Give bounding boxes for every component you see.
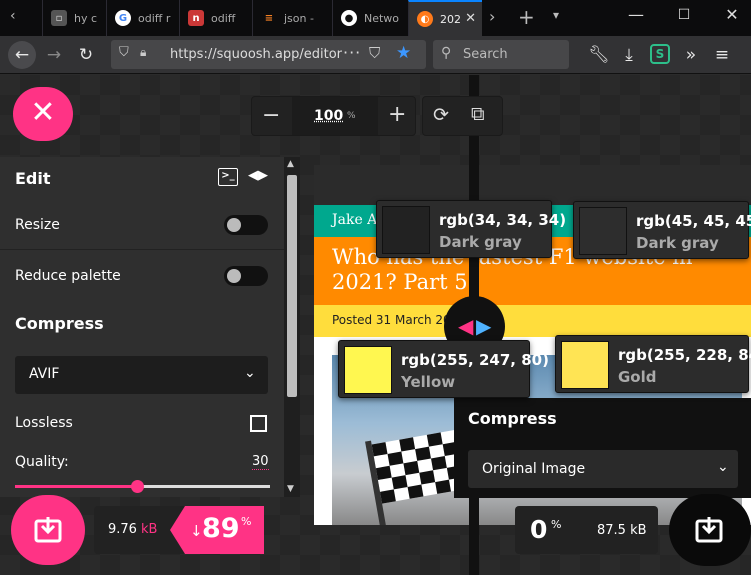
scroll-up-icon[interactable]: ▲: [287, 159, 294, 169]
panel-scrollbar[interactable]: ▲ ▼: [284, 157, 300, 497]
maximize-icon[interactable]: ☐: [672, 7, 696, 23]
overflow-icon[interactable]: »: [679, 44, 703, 66]
lossless-checkbox[interactable]: [250, 415, 267, 432]
tab-list-icon[interactable]: ▾: [553, 8, 559, 22]
tab-4[interactable]: ≡ json -: [252, 0, 332, 36]
resize-row: Resize: [0, 200, 284, 250]
article-author: Jake A: [332, 212, 378, 228]
page-actions-icon[interactable]: ···: [343, 43, 361, 62]
stackoverflow-icon: ≡: [264, 12, 274, 24]
right-percent: 0: [530, 515, 548, 544]
rotate-icon[interactable]: ⟳: [433, 104, 449, 126]
tab-5[interactable]: ● Netwo: [332, 0, 408, 36]
scroll-down-icon[interactable]: ▼: [287, 484, 294, 494]
article-posted: Posted 31 March 202: [332, 313, 459, 327]
color-swatch: [344, 346, 392, 394]
quality-slider-thumb[interactable]: [131, 480, 144, 493]
compressed-size: 9.76: [108, 522, 137, 537]
left-options-panel: Edit >_ ◀▶ Resize Reduce palette Compres…: [0, 157, 300, 497]
close-tab-icon[interactable]: ✕: [465, 11, 476, 26]
search-field[interactable]: ⚲ Search: [433, 40, 569, 69]
reduce-palette-toggle[interactable]: [224, 266, 268, 286]
zoom-in-button[interactable]: +: [388, 102, 406, 127]
google-icon: G: [115, 10, 131, 26]
arrow-left-icon: ◀: [458, 314, 474, 338]
quality-row: Quality: 30: [15, 454, 269, 470]
color-swatch-tooltip: rgb(34, 34, 34) Dark gray: [376, 200, 566, 258]
window-close-icon[interactable]: ✕: [720, 5, 744, 24]
forward-icon[interactable]: →: [42, 44, 66, 66]
terminal-icon[interactable]: >_: [218, 168, 238, 186]
download-icon: [34, 517, 62, 543]
quality-slider[interactable]: [15, 480, 270, 493]
tab-bar: ‹ ▫ hy c Godiff r n odiff ≡ json - ● Netwo ◐…: [0, 0, 751, 36]
page-icon: ▫: [51, 10, 67, 26]
compressed-size-unit: kB: [141, 522, 158, 537]
quality-slider-fill: [15, 485, 137, 488]
github-icon: ●: [341, 10, 357, 26]
minimize-icon[interactable]: —: [624, 5, 648, 24]
chevron-down-icon: ⌄: [244, 365, 256, 381]
extension-s-icon[interactable]: S: [650, 44, 670, 64]
quality-value[interactable]: 30: [252, 454, 269, 470]
download-left-button[interactable]: [11, 495, 85, 565]
savings-badge: ↓ 89 %: [170, 506, 264, 554]
right-options-panel: Compress Original Image ⌄: [454, 398, 751, 498]
url-bar[interactable]: ⛉ 🔒︎ https://squoosh.app/editor ··· ⛉ ★: [111, 40, 426, 69]
zoom-input[interactable]: 100 %: [292, 97, 378, 135]
download-right-button[interactable]: [669, 494, 751, 566]
color-swatch: [579, 207, 627, 255]
chevron-down-icon: ⌄: [717, 459, 729, 475]
search-icon: ⚲: [441, 45, 452, 61]
tab-3[interactable]: n odiff: [179, 0, 252, 36]
menu-icon[interactable]: ≡: [710, 44, 734, 66]
url-text[interactable]: https://squoosh.app/editor: [170, 47, 342, 62]
original-size: 87.5 kB: [597, 523, 647, 538]
right-results: 0 % 87.5 kB: [515, 506, 658, 554]
copy-settings-icon[interactable]: ◀▶: [248, 168, 268, 183]
color-swatch: [382, 206, 430, 254]
lossless-row: Lossless: [0, 407, 284, 439]
color-swatch-tooltip: rgb(255, 228, 84) Gold: [555, 335, 751, 393]
scrollbar-thumb[interactable]: [287, 175, 297, 397]
tab-active[interactable]: ◐ 202 ✕: [408, 0, 482, 36]
close-editor-button[interactable]: ✕: [13, 87, 73, 141]
reduce-palette-row: Reduce palette: [0, 251, 284, 301]
view-tools: ⟳ ⧉: [422, 96, 503, 136]
color-swatch-tooltip: rgb(255, 247, 80) Yellow: [338, 340, 549, 398]
npm-icon: n: [188, 10, 204, 26]
shield-icon[interactable]: ⛉: [119, 45, 129, 60]
savings-percent: 89: [202, 513, 240, 544]
tab-1[interactable]: ▫ hy c: [42, 0, 106, 36]
background-toggle-icon[interactable]: ⧉: [471, 103, 485, 125]
download-icon: [695, 517, 723, 543]
color-swatch-tooltip: rgb(45, 45, 45) Dark gray: [573, 201, 751, 259]
lock-icon[interactable]: 🔒︎: [140, 45, 146, 60]
resize-toggle[interactable]: [224, 215, 268, 235]
edit-header: Edit >_ ◀▶: [0, 157, 284, 200]
bookmark-star-icon[interactable]: ★: [396, 43, 411, 63]
pocket-icon[interactable]: ⛉: [369, 44, 380, 62]
back-icon[interactable]: ←: [8, 41, 36, 69]
download-icon[interactable]: ⤓: [617, 44, 641, 66]
zoom-controls: − 100 % +: [251, 96, 416, 136]
tab-list-arrow-icon[interactable]: ‹: [10, 8, 16, 24]
codec-select[interactable]: AVIF ⌄: [15, 356, 268, 394]
compress-header: Compress: [0, 301, 284, 345]
left-results: 9.76 kB ↓ 89 %: [94, 506, 264, 554]
squoosh-icon: ◐: [417, 11, 433, 27]
tab-2[interactable]: Godiff r: [106, 0, 179, 36]
right-codec-select[interactable]: Original Image ⌄: [468, 450, 738, 488]
search-placeholder: Search: [463, 47, 508, 62]
zoom-out-button[interactable]: −: [262, 103, 280, 128]
color-swatch: [561, 341, 609, 389]
new-tab-icon[interactable]: +: [518, 5, 535, 29]
wrench-icon[interactable]: 🔧︎: [587, 44, 611, 66]
reload-icon[interactable]: ↻: [74, 44, 98, 66]
arrow-right-icon: ▶: [476, 314, 492, 338]
tab-scroll-right-icon[interactable]: ›: [489, 7, 495, 26]
